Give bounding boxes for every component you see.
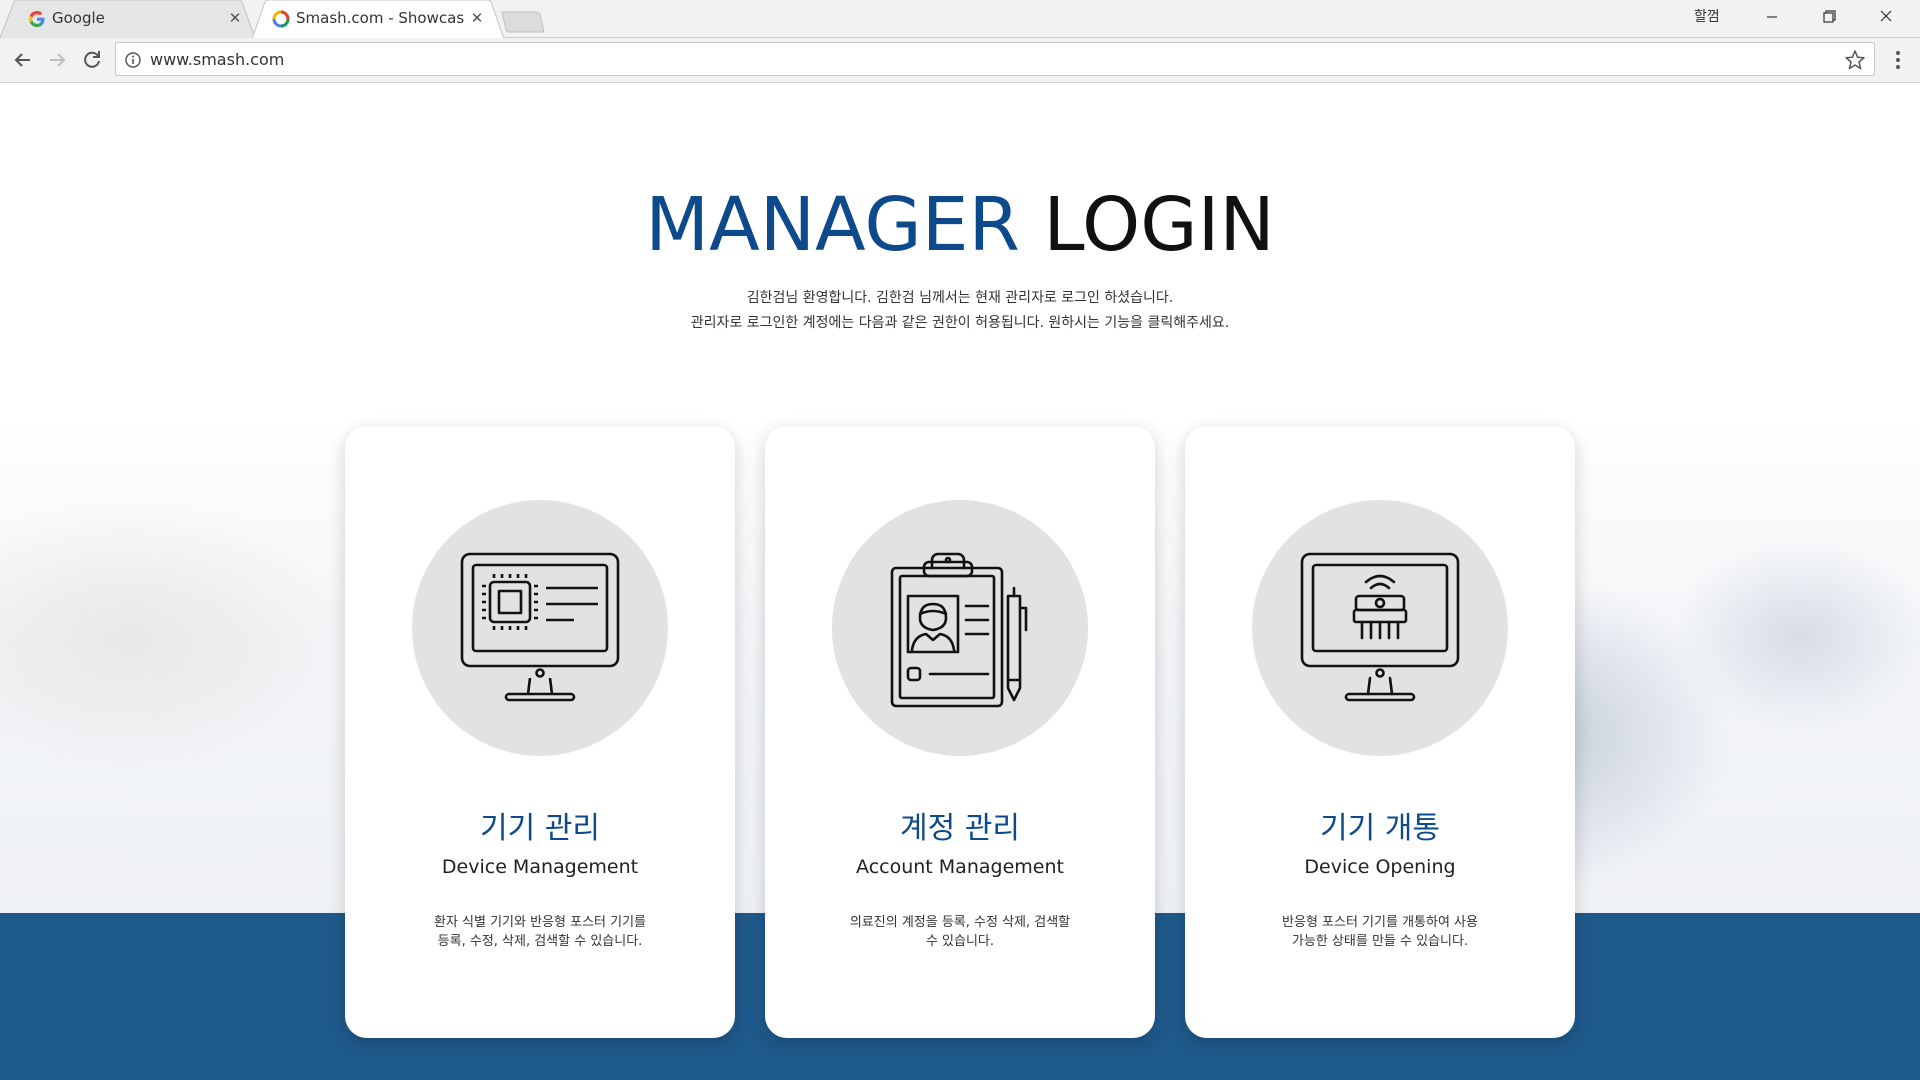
arrow-left-icon	[14, 53, 30, 67]
tab-bar: Google ✕ Smash.com - Showcasin ✕ 할껌	[0, 0, 1920, 39]
minimize-button[interactable]	[1744, 0, 1800, 34]
restore-button[interactable]	[1801, 0, 1857, 34]
tab-title: Google	[52, 9, 105, 27]
page-title: MANAGER LOGIN	[0, 182, 1920, 268]
minimize-icon	[1767, 16, 1777, 18]
card-description-line: 수 있습니다.	[925, 934, 995, 949]
card-description: 환자 식별 기기와 반응형 포스터 기기를 등록, 수정, 삭제, 검색할 수 …	[390, 913, 690, 951]
card-description-line: 등록, 수정, 삭제, 검색할 수 있습니다.	[437, 934, 643, 949]
icon-circle	[412, 500, 668, 756]
instruction-line: 관리자로 로그인한 계정에는 다음과 같은 권한이 허용됩니다. 원하시는 기능…	[690, 315, 1230, 331]
reload-icon	[84, 51, 100, 68]
browser-menu-button[interactable]	[1886, 46, 1910, 74]
card-title-en: Device Opening	[1304, 856, 1456, 878]
welcome-text: 김한검님 환영합니다. 김한검 님께서는 현재 관리자로 로그인 하셨습니다. …	[0, 286, 1920, 336]
star-icon[interactable]	[1844, 49, 1866, 71]
page-content: MANAGER LOGIN 김한검님 환영합니다. 김한검 님께서는 현재 관리…	[0, 84, 1920, 1080]
page-title-login: LOGIN	[1043, 182, 1275, 268]
card-description-line: 환자 식별 기기와 반응형 포스터 기기를	[433, 915, 647, 930]
tab-title: Smash.com - Showcasin	[296, 9, 464, 27]
card-description: 의료진의 계정을 등록, 수정 삭제, 검색할 수 있습니다.	[810, 913, 1110, 951]
welcome-line: 김한검님 환영합니다. 김한검 님께서는 현재 관리자로 로그인 하셨습니다.	[746, 290, 1174, 306]
card-description: 반응형 포스터 기기를 개통하여 사용 가능한 상태를 만들 수 있습니다.	[1230, 913, 1530, 951]
new-tab-button[interactable]	[500, 10, 546, 34]
window-close-button[interactable]	[1858, 0, 1914, 34]
card-title-ko: 기기 관리	[480, 811, 600, 846]
forward-button[interactable]	[43, 46, 71, 74]
card-description-line: 반응형 포스터 기기를 개통하여 사용	[1282, 915, 1478, 930]
page-title-manager: MANAGER	[645, 182, 1020, 268]
tab-smash[interactable]: Smash.com - Showcasin ✕	[252, 0, 504, 39]
google-g-icon	[28, 10, 46, 28]
card-title-en: Device Management	[441, 856, 639, 878]
address-bar[interactable]: www.smash.com	[115, 42, 1875, 76]
url-text[interactable]: www.smash.com	[150, 50, 284, 69]
more-vertical-icon	[1896, 51, 1900, 69]
browser-toolbar: www.smash.com	[0, 38, 1920, 83]
chrome-loading-icon	[272, 10, 290, 28]
icon-circle	[832, 500, 1088, 756]
back-button[interactable]	[9, 46, 37, 74]
monitor-chip-icon	[460, 552, 620, 702]
card-title-en: Account Management	[856, 856, 1064, 878]
clipboard-profile-icon	[890, 552, 1028, 708]
close-icon	[1880, 10, 1892, 22]
card-description-line: 가능한 상태를 만들 수 있습니다.	[1291, 934, 1469, 949]
device-management-card[interactable]: 기기 관리 Device Management 환자 식별 기기와 반응형 포스…	[345, 426, 735, 1038]
close-icon[interactable]: ✕	[226, 8, 244, 28]
tab-google[interactable]: Google ✕	[0, 0, 255, 38]
device-opening-card[interactable]: 기기 개통 Device Opening 반응형 포스터 기기를 개통하여 사용…	[1185, 426, 1575, 1038]
icon-circle	[1252, 500, 1508, 756]
monitor-wireless-device-icon	[1300, 552, 1460, 702]
arrow-right-icon	[50, 53, 66, 67]
info-icon[interactable]	[124, 51, 142, 69]
card-title-ko: 계정 관리	[900, 811, 1020, 846]
account-management-card[interactable]: 계정 관리 Account Management 의료진의 계정을 등록, 수정…	[765, 426, 1155, 1038]
card-title-ko: 기기 개통	[1320, 811, 1440, 846]
card-description-line: 의료진의 계정을 등록, 수정 삭제, 검색할	[849, 915, 1071, 930]
close-icon[interactable]: ✕	[468, 8, 486, 28]
restore-icon	[1823, 10, 1836, 23]
profile-label[interactable]: 할껌	[1694, 6, 1720, 26]
reload-button[interactable]	[78, 46, 106, 74]
